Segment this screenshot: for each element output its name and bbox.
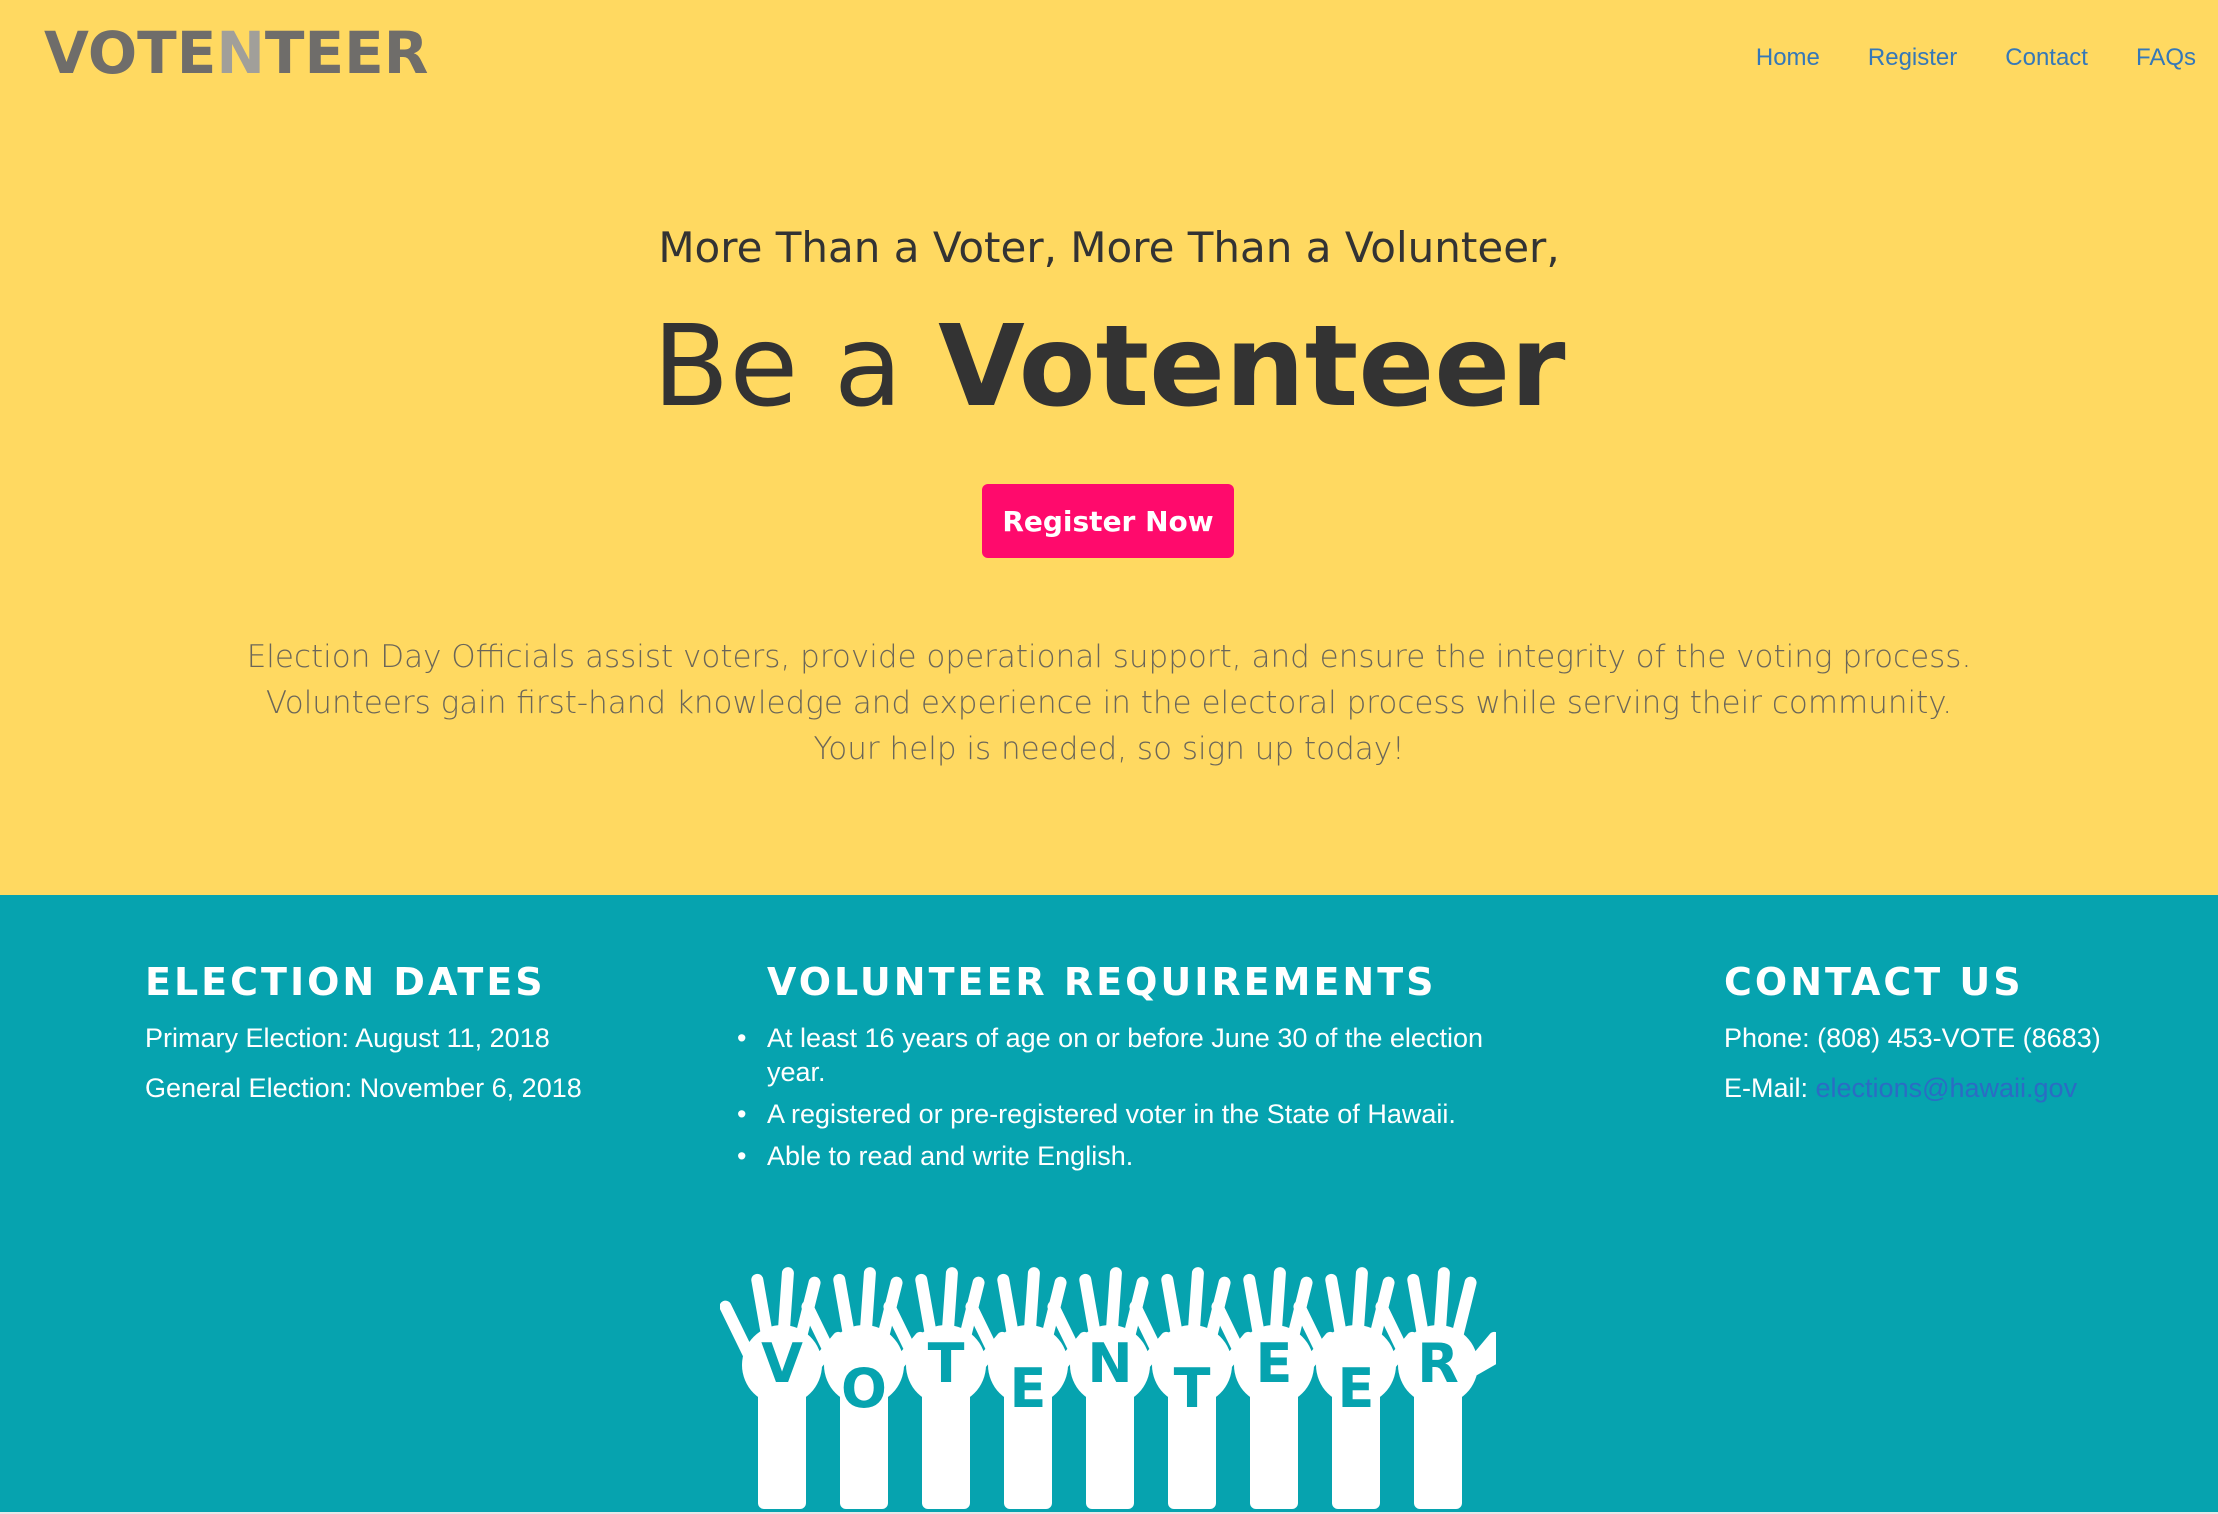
nav-link-contact[interactable]: Contact [2005,44,2088,72]
logo-text-n: N [216,19,265,87]
contact-us-column: CONTACT US Phone: (808) 453-VOTE (8683) … [1724,955,2194,1121]
email-label: E-Mail: [1724,1073,1816,1103]
hero-headline: Be a Votenteer [0,302,2218,432]
primary-election-date: Primary Election: August 11, 2018 [145,1023,550,1053]
general-election-date: General Election: November 6, 2018 [145,1073,582,1103]
contact-heading: CONTACT US [1724,960,2024,1004]
contact-email-row: E-Mail: elections@hawaii.gov [1724,1071,2194,1105]
nav-link-faqs[interactable]: FAQs [2136,44,2196,72]
headline-prefix: Be a [652,302,939,432]
register-now-button[interactable]: Register Now [982,484,1234,558]
nav-link-register[interactable]: Register [1868,44,1957,72]
requirement-item: • A registered or pre-registered voter in… [737,1097,1487,1131]
graphic-letter: V [761,1332,803,1395]
requirement-text: At least 16 years of age on or before Ju… [767,1023,1483,1087]
requirements-heading: VOLUNTEER REQUIREMENTS [767,960,1437,1004]
intro-line-1: Election Day Officials assist voters, pr… [246,639,1972,675]
graphic-letter: T [1174,1357,1211,1420]
volunteer-requirements-column: VOLUNTEER REQUIREMENTS • At least 16 year… [737,955,1487,1181]
requirements-list: • At least 16 years of age on or before J… [737,1021,1487,1173]
graphic-letter: E [1338,1357,1375,1420]
hero-section: VOTENTEER Home Register Contact FAQs Mor… [0,0,2218,895]
election-dates-heading: ELECTION DATES [145,960,546,1004]
requirement-item: • Able to read and write English. [737,1139,1487,1173]
contact-phone: Phone: (808) 453-VOTE (8683) [1724,1023,2101,1053]
intro-line-2: Volunteers gain first-hand knowledge and… [265,685,1953,721]
bullet-icon: • [737,1141,747,1171]
graphic-letter: O [841,1357,887,1420]
graphic-letter: E [1010,1357,1047,1420]
requirement-text: Able to read and write English. [767,1141,1134,1171]
requirement-item: • At least 16 years of age on or before J… [737,1021,1487,1089]
graphic-letter: E [1256,1332,1293,1395]
nav-link-home[interactable]: Home [1756,44,1820,72]
logo-text-teer: TEER [264,19,429,87]
bullet-icon: • [737,1099,747,1129]
main-nav: Home Register Contact FAQs [1756,44,2196,72]
votenteer-hands-graphic: VOTENTEER [720,1267,1496,1509]
graphic-letter: T [928,1332,965,1395]
info-section: ELECTION DATES Primary Election: August … [0,895,2218,1512]
bullet-icon: • [737,1023,747,1053]
intro-line-3: Your help is needed, so sign up today! [813,731,1405,767]
election-dates-column: ELECTION DATES Primary Election: August … [145,955,705,1121]
graphic-letter: R [1417,1332,1459,1395]
headline-brand: Votenteer [938,302,1566,432]
email-link[interactable]: elections@hawaii.gov [1816,1073,2078,1103]
logo-text-vote: VOTE [44,19,217,87]
requirement-text: A registered or pre-registered voter in … [767,1099,1456,1129]
hero-tagline: More Than a Voter, More Than a Volunteer… [658,223,1560,272]
site-logo[interactable]: VOTENTEER [44,18,428,88]
hero-intro: Election Day Officials assist voters, pr… [150,634,2068,772]
graphic-letter: N [1087,1332,1132,1395]
